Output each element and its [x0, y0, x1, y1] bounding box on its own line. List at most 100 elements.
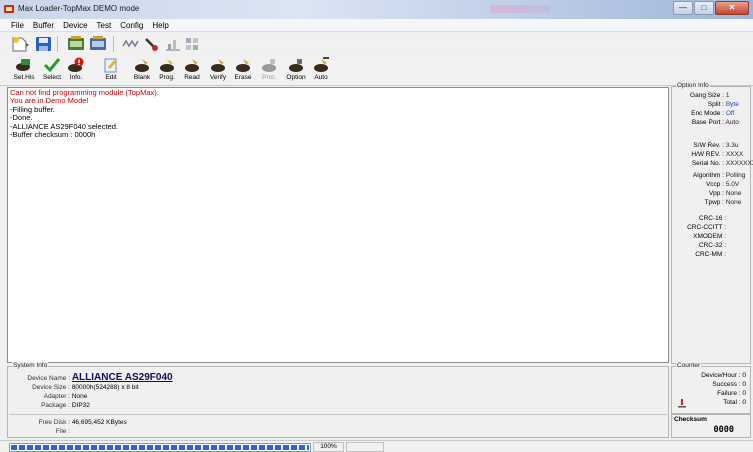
title-highlight — [490, 5, 550, 13]
read-button[interactable]: Read — [181, 56, 203, 86]
program-button[interactable]: Prog. — [156, 56, 178, 86]
device-name-value: ALLIANCE AS29F040 — [71, 372, 173, 383]
free-disk-label: Free Disk : — [38, 419, 70, 426]
option-info-label: Split : — [707, 101, 724, 108]
option-info-row: Tpwp : None — [672, 199, 741, 206]
toolbar-label: Edit — [105, 74, 117, 81]
counter-value: 0 — [742, 381, 746, 388]
option-info-value: None — [725, 190, 742, 197]
toolbar-label: Info. — [69, 74, 83, 81]
menu-buffer[interactable]: Buffer — [33, 19, 54, 31]
option-info-row: Base Port : Auto — [672, 119, 739, 126]
checksum-value: 0000 — [713, 425, 734, 435]
info-icon — [68, 57, 84, 72]
checksum-panel: Checksum 0000 — [671, 414, 751, 438]
option-info-label: S/W Rev. : — [693, 142, 724, 149]
free-disk-value: 46,695,452 KBytes — [71, 419, 127, 426]
option-icon — [289, 59, 303, 72]
log-line: -ALLIANCE AS29F040 selected. — [10, 121, 118, 131]
menu-bar: File Buffer Device Test Config Help — [0, 19, 753, 32]
toolbar-label: Prot. — [262, 74, 276, 81]
counter-label: Success : — [712, 381, 741, 388]
erase-button[interactable]: Erase — [232, 56, 254, 86]
save-icon[interactable] — [34, 35, 54, 53]
option-info-value: 3.3u — [725, 142, 739, 149]
device-size-row: Device Size : 80000h(524288) x 8 bit — [12, 384, 139, 391]
option-info-label: Base Port : — [691, 119, 724, 126]
edit-button[interactable]: Edit — [102, 56, 120, 86]
maximize-button[interactable]: □ — [694, 1, 714, 15]
log-line: Can not find programming module (TopMax)… — [10, 88, 159, 97]
log-line: -Buffer checksum : 0000h — [10, 130, 96, 140]
main-toolbar: Set.His Select Info. Edit Blank Prog. Re… — [0, 56, 753, 86]
menu-file[interactable]: File — [11, 19, 24, 31]
select-button[interactable]: Select — [40, 56, 64, 86]
menu-config[interactable]: Config — [120, 19, 143, 31]
option-info-row: Gang Size : 1 — [672, 92, 729, 99]
menu-device[interactable]: Device — [63, 19, 87, 31]
close-button[interactable]: ✕ — [715, 1, 749, 15]
chip-read-icon[interactable] — [66, 35, 86, 53]
protect-button: Prot. — [258, 56, 280, 86]
app-icon — [4, 5, 14, 13]
progress-fill — [11, 445, 309, 450]
option-info-label: Enc Mode : — [691, 110, 724, 117]
close-icon: ✕ — [728, 3, 736, 12]
menu-help[interactable]: Help — [152, 19, 168, 31]
counter-title: Counter — [676, 362, 702, 369]
toolbar-label: Verify — [209, 74, 227, 81]
title-bar: Max Loader-TopMax DEMO mode — □ ✕ — [0, 0, 753, 19]
message-log[interactable]: Can not find programming module (TopMax)… — [7, 87, 669, 363]
option-info-row: H/W REV. : XXXX — [672, 151, 743, 158]
toolbar-label: Set.His — [13, 74, 35, 81]
counter-label: Device/Hour : — [701, 372, 741, 379]
minimize-icon: — — [679, 3, 687, 12]
option-info-row: Vccp : 5.0V — [672, 181, 739, 188]
option-info-value: XXXX — [725, 151, 744, 158]
file-label: File : — [55, 428, 70, 435]
erase-icon — [236, 59, 250, 72]
verify-icon — [211, 59, 225, 72]
package-value: DIP32 — [71, 402, 90, 409]
protect-icon — [262, 59, 276, 72]
setting-history-button[interactable]: Set.His — [12, 56, 36, 86]
info-button[interactable]: Info. — [65, 56, 87, 86]
chart-icon[interactable] — [163, 35, 183, 53]
progress-percent: 100% — [313, 442, 344, 452]
option-info-row: Vpp : None — [672, 190, 742, 197]
minimize-button[interactable]: — — [673, 1, 693, 15]
window-controls: — □ ✕ — [672, 1, 749, 16]
adapter-row: Adapter : None — [12, 393, 88, 400]
counter-label: Failure : — [717, 390, 741, 397]
program-icon — [160, 59, 174, 72]
blank-button[interactable]: Blank — [131, 56, 153, 86]
new-file-icon[interactable] — [10, 35, 30, 53]
option-info-value: None — [725, 199, 742, 206]
crc-label: CRC-32 : — [698, 242, 726, 249]
auto-button[interactable]: Auto — [310, 56, 332, 86]
free-disk-row: Free Disk : 46,695,452 KBytes — [12, 419, 127, 426]
chip-write-icon[interactable] — [88, 35, 108, 53]
option-info-value: XXXXXXX — [725, 160, 753, 167]
menu-test[interactable]: Test — [97, 19, 112, 31]
option-info-label: H/W REV. : — [691, 151, 724, 158]
auto-icon — [314, 57, 329, 72]
toolbar-label: Select — [42, 74, 62, 81]
file-row: File : — [12, 428, 70, 435]
counter-row: Device/Hour : 0 — [701, 372, 746, 379]
option-info-label: Vpp : — [708, 190, 724, 197]
option-info-row: Split : Byte — [672, 101, 739, 108]
probe-icon[interactable] — [142, 35, 162, 53]
read-icon — [185, 59, 199, 72]
system-info-divider — [9, 414, 667, 415]
verify-button[interactable]: Verify — [207, 56, 229, 86]
blank-icon — [135, 59, 149, 72]
option-info-value: 1 — [725, 92, 730, 99]
reset-counter-icon[interactable] — [677, 398, 687, 408]
crc-label: CRC-MM : — [695, 251, 726, 258]
adapter-label: Adapter : — [43, 393, 70, 400]
device-size-label: Device Size : — [32, 384, 70, 391]
grid-icon[interactable] — [183, 35, 203, 53]
option-button[interactable]: Option — [285, 56, 307, 86]
waveform-icon[interactable] — [121, 35, 141, 53]
